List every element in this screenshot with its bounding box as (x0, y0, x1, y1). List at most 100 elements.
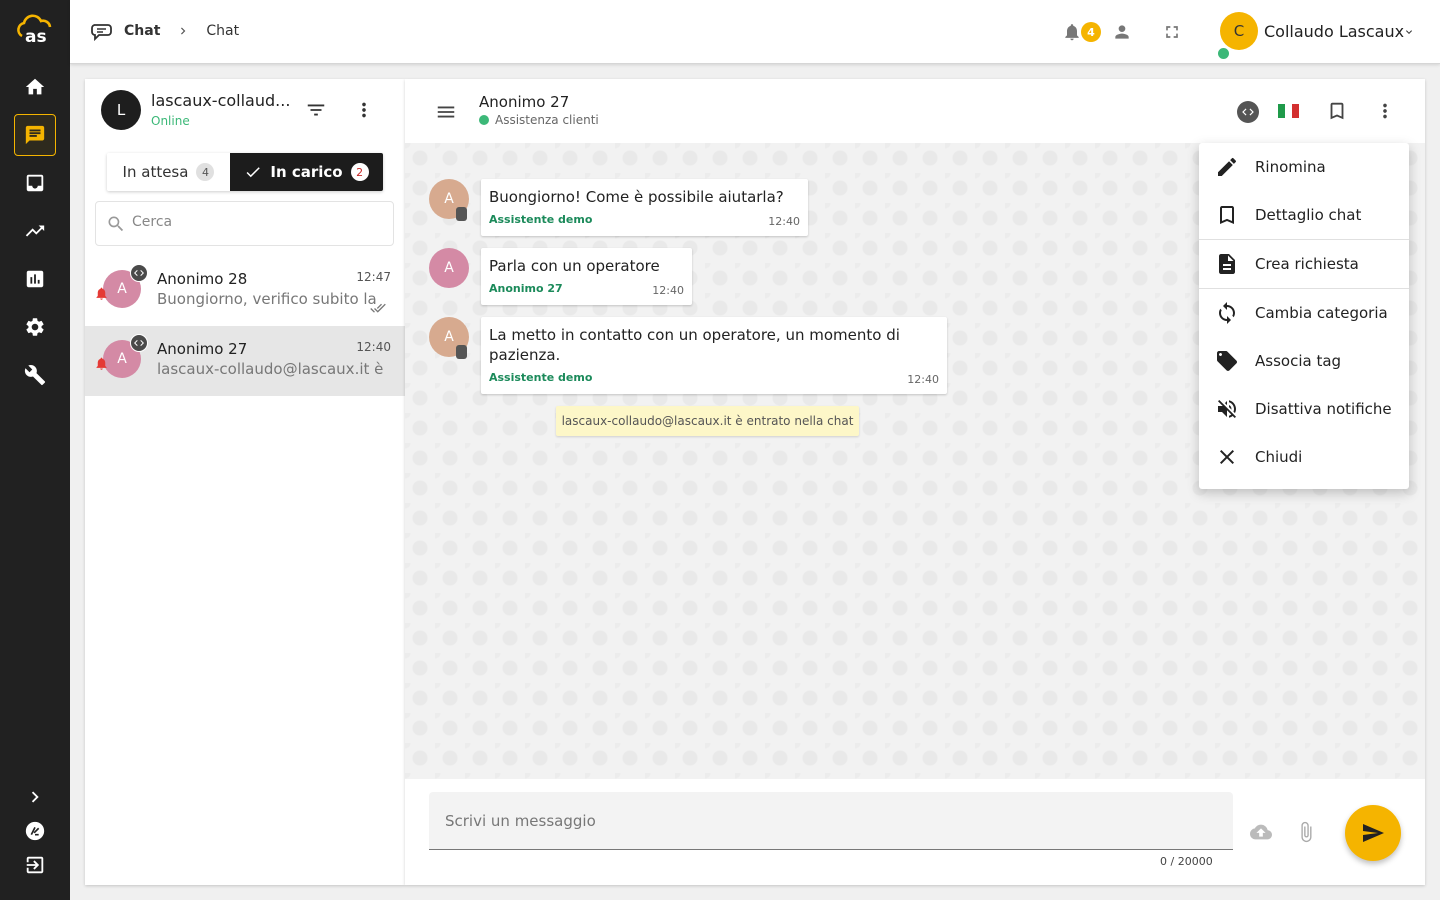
user-name[interactable]: Collaudo Lascaux (1264, 22, 1404, 41)
menu-item-label: Rinomina (1255, 158, 1326, 176)
pencil-icon (1218, 157, 1237, 176)
conversation-time: 12:40 (356, 340, 391, 354)
alert-bell-icon (96, 287, 107, 300)
chat-subtitle: Assistenza clienti (479, 113, 599, 127)
nav-tools-button[interactable] (14, 354, 56, 396)
conversation-tabs: In attesa 4 In carico 2 (107, 153, 383, 191)
top-bar: Chat Chat 4 C Collaudo Lascaux (70, 0, 1440, 64)
attachment-icon[interactable] (1295, 821, 1317, 843)
menu-item-assign-tag[interactable]: Associa tag (1199, 337, 1409, 385)
composer: 0 / 20000 (405, 779, 1425, 885)
bookmark-icon[interactable] (1326, 100, 1348, 122)
message-text: Buongiorno! Come è possibile aiutarla? (489, 188, 784, 206)
bookmark-icon (1220, 206, 1234, 224)
app-logo[interactable]: as (12, 14, 56, 44)
gear-icon (26, 318, 44, 336)
tab-taken-count: 2 (350, 163, 369, 181)
user-avatar: A (429, 248, 469, 288)
person-icon[interactable] (1112, 22, 1132, 42)
web-channel-icon[interactable] (1237, 101, 1259, 123)
nav-inbox-button[interactable] (14, 162, 56, 204)
search-icon (108, 216, 124, 232)
nav-trends-button[interactable] (14, 210, 56, 252)
alert-bell-icon (96, 357, 107, 370)
message-input[interactable] (445, 812, 1205, 830)
logout-button[interactable] (14, 844, 56, 886)
message-bubble: La metto in contatto con un operatore, u… (481, 317, 947, 394)
search-input[interactable] (132, 214, 382, 230)
trending-up-icon (25, 225, 45, 237)
fullscreen-icon[interactable] (1162, 22, 1182, 42)
tab-waiting-count: 4 (196, 163, 215, 181)
conversation-time: 12:47 (356, 270, 391, 284)
chat-options-menu: Rinomina Dettaglio chat Crea richiesta C… (1199, 143, 1409, 489)
online-status-icon (1216, 46, 1231, 61)
conversation-title: Anonimo 27 (157, 340, 248, 358)
conversation-item[interactable]: A Anonimo 28 12:47 Buongiorno, verifico … (85, 256, 405, 326)
conversation-list-panel: L lascaux-collaud... Online In attesa 4 … (85, 79, 405, 885)
menu-item-label: Associa tag (1255, 352, 1342, 370)
message-bubble: Parla con un operatore Anonimo 27 12:40 (481, 248, 692, 305)
breadcrumb-first[interactable]: Chat (124, 23, 160, 39)
more-vert-icon[interactable] (353, 99, 375, 121)
message-author: Assistente demo (489, 371, 593, 384)
menu-item-mute-notifications[interactable]: Disattiva notifiche (1199, 385, 1409, 433)
menu-icon[interactable] (435, 101, 457, 123)
check-icon (246, 167, 261, 178)
nav-reports-button[interactable] (14, 258, 56, 300)
nav-settings-button[interactable] (14, 306, 56, 348)
home-icon (25, 78, 45, 95)
menu-item-label: Crea richiesta (1255, 255, 1359, 273)
message-text: La metto in contatto con un operatore, u… (489, 326, 900, 364)
menu-item-label: Cambia categoria (1255, 304, 1388, 322)
chat-bot-icon (91, 24, 112, 42)
more-vert-icon[interactable] (1374, 100, 1396, 122)
message-time: 12:40 (768, 215, 800, 228)
bar-chart-icon (26, 270, 44, 288)
tag-icon (1217, 351, 1237, 371)
chevron-down-icon[interactable] (1403, 26, 1415, 38)
search-field[interactable] (95, 201, 394, 246)
tab-taken[interactable]: In carico 2 (230, 153, 383, 191)
volume-off-icon (1218, 400, 1236, 418)
chat-header: Anonimo 27 Assistenza clienti (405, 79, 1425, 143)
chat-category: Assistenza clienti (495, 113, 599, 127)
menu-item-label: Chiudi (1255, 448, 1303, 466)
menu-item-rename[interactable]: Rinomina (1199, 143, 1409, 191)
breadcrumb: Chat Chat (90, 20, 239, 42)
side-rail: as (0, 0, 70, 900)
cloud-upload-icon[interactable] (1250, 821, 1272, 843)
message-field[interactable] (429, 792, 1233, 850)
menu-item-label: Disattiva notifiche (1255, 400, 1392, 418)
user-avatar[interactable]: C (1220, 12, 1258, 50)
conversation-preview: lascaux-collaudo@lascaux.it è (157, 360, 384, 378)
double-check-icon (370, 303, 386, 313)
menu-item-change-category[interactable]: Cambia categoria (1199, 289, 1409, 337)
filter-icon[interactable] (305, 99, 327, 121)
menu-item-close[interactable]: Chiudi (1199, 433, 1409, 481)
web-channel-icon (130, 334, 148, 352)
menu-item-chat-detail[interactable]: Dettaglio chat (1199, 191, 1409, 239)
send-button[interactable] (1345, 805, 1401, 861)
notification-badge: 4 (1081, 22, 1101, 42)
inbox-icon (26, 174, 44, 192)
send-icon (1363, 824, 1384, 842)
nav-home-button[interactable] (14, 66, 56, 108)
close-icon (1220, 450, 1234, 464)
italian-flag-icon[interactable] (1278, 104, 1299, 118)
tab-taken-label: In carico (270, 163, 343, 181)
breadcrumb-current: Chat (206, 23, 240, 39)
menu-item-create-request[interactable]: Crea richiesta (1199, 240, 1409, 288)
bell-icon[interactable] (1062, 22, 1082, 42)
chat-icon (25, 125, 45, 145)
conversation-item-selected[interactable]: A Anonimo 27 12:40 lascaux-collaudo@lasc… (85, 326, 405, 396)
robot-icon (456, 207, 467, 221)
logout-icon (26, 856, 44, 874)
document-icon (1219, 254, 1235, 274)
tab-waiting[interactable]: In attesa 4 (107, 153, 230, 191)
message-text: Parla con un operatore (489, 257, 660, 275)
nav-chat-button[interactable] (14, 114, 56, 156)
agent-status: Online (151, 114, 190, 128)
chevron-right-icon (31, 791, 39, 803)
message-author: Assistente demo (489, 213, 593, 226)
